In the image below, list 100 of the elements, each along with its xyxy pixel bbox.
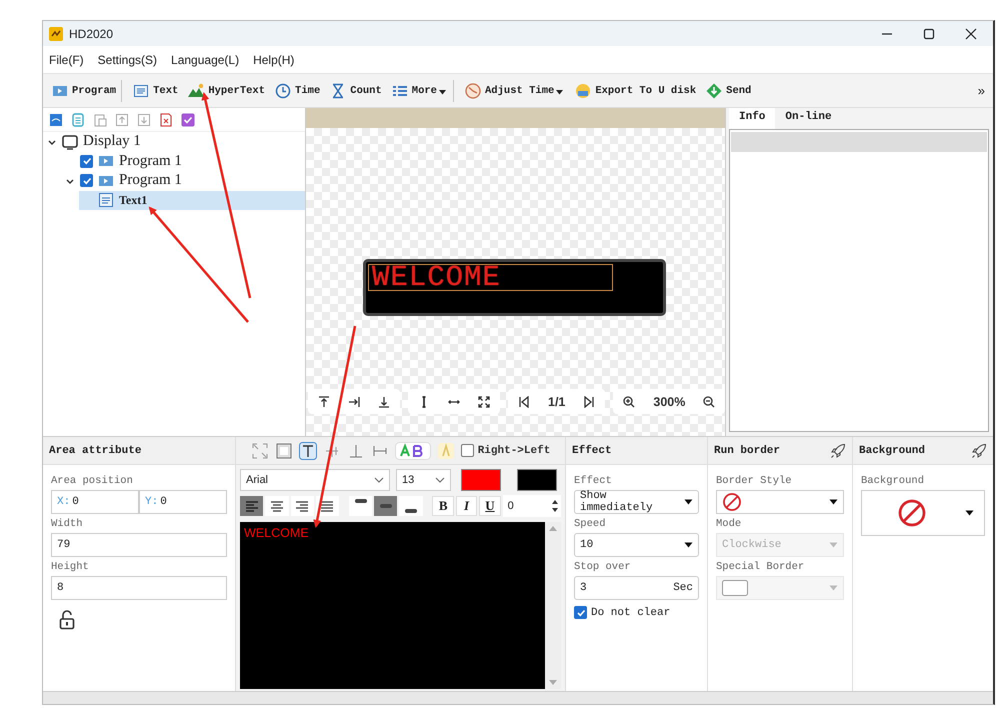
first-page-icon[interactable] bbox=[518, 396, 530, 408]
menu-item[interactable]: File(F) bbox=[49, 52, 84, 66]
align-button[interactable] bbox=[240, 496, 264, 516]
menu-item[interactable]: Language(L) bbox=[171, 52, 240, 66]
panel-title: Effect bbox=[572, 444, 612, 456]
font-select[interactable]: Arial bbox=[240, 469, 390, 491]
align-right-icon bbox=[294, 498, 310, 514]
chevron-icon bbox=[374, 476, 384, 484]
align-button[interactable] bbox=[290, 496, 314, 516]
time-button[interactable]: Time bbox=[270, 80, 326, 102]
background-color-swatch[interactable] bbox=[517, 469, 557, 491]
tree-item[interactable]: Display 1 bbox=[43, 132, 305, 152]
dropdown-arrow-icon bbox=[684, 542, 693, 548]
select-all-icon[interactable] bbox=[181, 112, 195, 126]
text-color-swatch[interactable] bbox=[461, 469, 501, 491]
italic-button[interactable]: I bbox=[456, 496, 478, 516]
align-bottom-icon[interactable] bbox=[378, 396, 390, 408]
justify-icon bbox=[319, 498, 336, 514]
field-label: Height bbox=[51, 561, 90, 573]
last-page-icon[interactable] bbox=[583, 396, 596, 408]
field-value: 13 bbox=[402, 474, 414, 486]
stop-over-field[interactable]: 3 Sec bbox=[574, 576, 699, 600]
unlocked-icon[interactable] bbox=[59, 610, 75, 630]
tree-item[interactable]: Program 1 bbox=[61, 171, 305, 190]
delete-icon[interactable] bbox=[159, 112, 173, 126]
checkbox[interactable] bbox=[80, 174, 93, 188]
dropdown-arrow-icon bbox=[829, 542, 838, 548]
menu-item[interactable]: Settings(S) bbox=[98, 52, 158, 66]
clock-icon bbox=[275, 82, 292, 98]
unit-label: Sec bbox=[673, 582, 693, 594]
zoom-out-icon[interactable] bbox=[703, 396, 716, 408]
maximize-icon[interactable] bbox=[923, 28, 935, 40]
rocket-icon[interactable] bbox=[830, 442, 846, 458]
checkbox[interactable] bbox=[460, 444, 474, 457]
field-value: 0 bbox=[508, 500, 514, 512]
menu-item[interactable]: Help(H) bbox=[253, 52, 294, 66]
height-field[interactable]: 8 bbox=[51, 576, 227, 600]
document-icon[interactable] bbox=[71, 112, 85, 126]
dropdown-arrow-icon[interactable] bbox=[439, 90, 446, 94]
count-button[interactable]: Count bbox=[325, 80, 387, 102]
field-label: Border Style bbox=[716, 475, 793, 487]
align-button[interactable] bbox=[265, 496, 289, 516]
fullscreen-icon[interactable] bbox=[478, 396, 490, 408]
adjust-time-button[interactable]: Adjust Time bbox=[460, 80, 570, 102]
program-button[interactable]: Program bbox=[47, 80, 122, 102]
dropdown-arrow-icon[interactable] bbox=[556, 90, 564, 94]
checkbox[interactable] bbox=[80, 154, 93, 168]
text-editor[interactable]: WELCOME bbox=[240, 522, 545, 689]
dropdown-arrow-icon bbox=[965, 510, 974, 516]
speed-select[interactable]: 10 bbox=[574, 533, 699, 557]
tree-item[interactable]: Program 1 bbox=[61, 152, 305, 171]
spacing-spinner[interactable]: 0 bbox=[502, 495, 562, 517]
chevron-icon[interactable] bbox=[47, 138, 57, 146]
align-top-icon[interactable] bbox=[318, 396, 330, 408]
x-field[interactable]: X: 0 bbox=[51, 490, 139, 514]
checkmark-icon bbox=[82, 156, 92, 166]
checkmark-icon bbox=[82, 176, 92, 186]
rocket-icon[interactable] bbox=[971, 442, 987, 458]
zoom-in-icon[interactable] bbox=[623, 396, 636, 408]
field-label: Background bbox=[861, 475, 926, 487]
effect-select[interactable]: Show immediately bbox=[574, 490, 699, 514]
tab[interactable]: Info bbox=[729, 108, 776, 129]
export-button[interactable]: Export To U disk bbox=[570, 80, 702, 102]
mountain-icon bbox=[188, 82, 204, 98]
app-logo-icon bbox=[49, 26, 63, 40]
field-value: 0 bbox=[72, 496, 79, 508]
checkmark-icon bbox=[576, 608, 586, 618]
valign-button[interactable] bbox=[348, 496, 372, 516]
frame-icon[interactable] bbox=[274, 442, 293, 460]
dropdown-arrow-icon bbox=[829, 585, 838, 591]
text-icon bbox=[98, 192, 114, 208]
width-field[interactable]: 79 bbox=[51, 533, 227, 557]
underline-button[interactable]: U bbox=[479, 496, 501, 516]
y-field[interactable]: Y: 0 bbox=[139, 490, 227, 514]
hypertext-button[interactable]: HyperText bbox=[183, 80, 270, 102]
tab[interactable]: On-line bbox=[775, 108, 842, 129]
special-border-select[interactable] bbox=[716, 576, 844, 600]
size-select[interactable]: 13 bbox=[396, 469, 451, 491]
panel-title: Area attribute bbox=[43, 437, 235, 465]
valign-button[interactable] bbox=[399, 496, 423, 516]
valign-button[interactable] bbox=[374, 496, 398, 516]
align-right-icon[interactable] bbox=[348, 396, 360, 408]
tree-item[interactable]: Text1 bbox=[79, 190, 305, 210]
chevron-icon[interactable] bbox=[65, 176, 75, 185]
send-button[interactable]: Send bbox=[701, 80, 756, 102]
text-format-icon[interactable] bbox=[298, 442, 317, 460]
field-value: 0 bbox=[160, 496, 167, 508]
overflow-button[interactable]: » bbox=[978, 83, 985, 98]
align-center-icon bbox=[268, 498, 285, 514]
field-label: Effect bbox=[574, 475, 613, 487]
text-button[interactable]: Text bbox=[128, 80, 184, 102]
bold-button[interactable]: B bbox=[432, 496, 454, 516]
background-select[interactable] bbox=[861, 490, 985, 536]
close-icon[interactable] bbox=[965, 28, 977, 40]
display-icon[interactable] bbox=[49, 112, 63, 126]
checkbox[interactable] bbox=[574, 606, 587, 619]
more-button[interactable]: More bbox=[386, 80, 454, 102]
colorful-text-icon[interactable] bbox=[394, 442, 431, 460]
chevron-icon bbox=[435, 476, 445, 484]
border-style-select[interactable] bbox=[716, 490, 844, 514]
